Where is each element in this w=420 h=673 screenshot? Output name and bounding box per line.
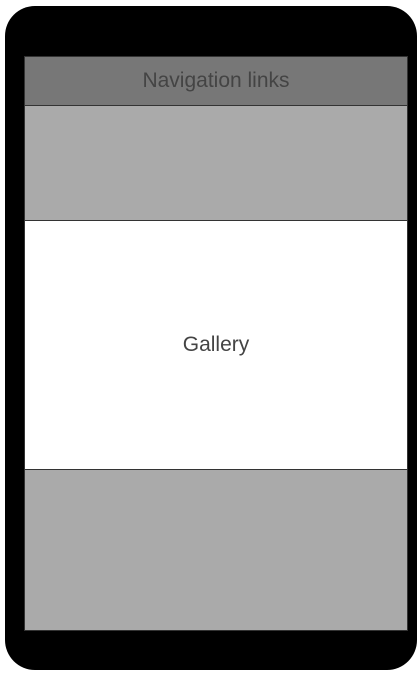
phone-frame: Navigation links Gallery bbox=[5, 6, 417, 670]
footer-placeholder-block bbox=[25, 470, 407, 630]
gallery-label: Gallery bbox=[182, 333, 250, 356]
header-placeholder-block bbox=[25, 106, 407, 221]
phone-screen: Navigation links Gallery bbox=[24, 56, 408, 631]
navigation-links-label: Navigation links bbox=[142, 69, 290, 92]
gallery[interactable]: Gallery bbox=[25, 221, 407, 470]
navigation-links[interactable]: Navigation links bbox=[25, 57, 407, 106]
